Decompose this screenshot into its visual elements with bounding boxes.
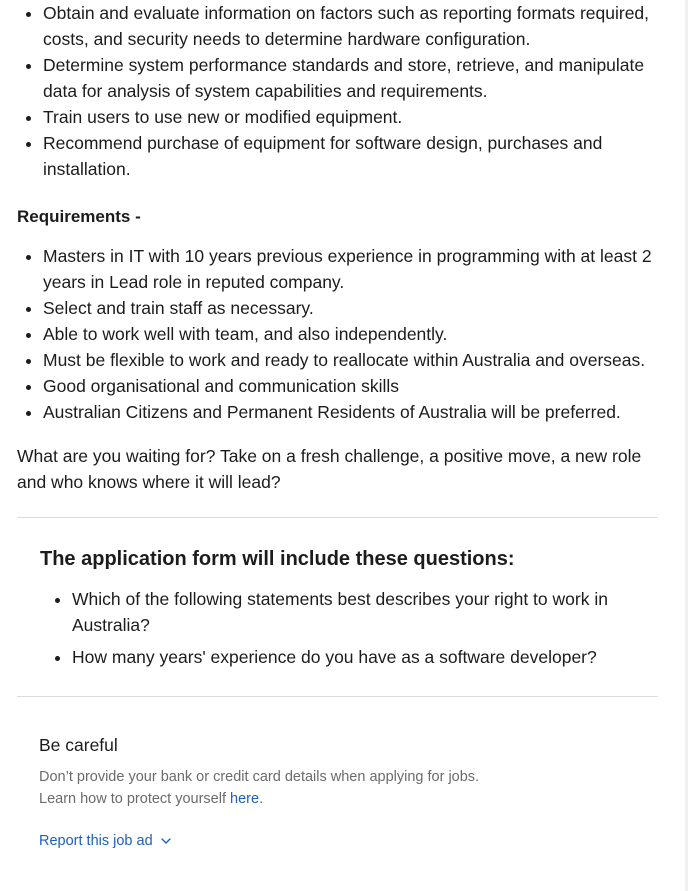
be-careful-section: Be careful Don’t provide your bank or cr…	[17, 697, 658, 852]
be-careful-text: Don’t provide your bank or credit card d…	[39, 766, 658, 810]
requirements-heading: Requirements -	[17, 207, 141, 226]
list-item: Determine system performance standards a…	[43, 52, 658, 104]
be-careful-line2-prefix: Learn how to protect yourself	[39, 791, 231, 807]
application-questions: The application form will include these …	[17, 518, 658, 670]
list-item: Australian Citizens and Permanent Reside…	[43, 399, 658, 425]
requirements-list: Masters in IT with 10 years previous exp…	[17, 243, 658, 425]
list-item: Train users to use new or modified equip…	[43, 104, 658, 130]
list-item: Good organisational and communication sk…	[43, 373, 658, 399]
list-item: Masters in IT with 10 years previous exp…	[43, 243, 658, 295]
job-description: Obtain and evaluate information on facto…	[0, 0, 688, 852]
chevron-down-icon	[160, 838, 171, 844]
be-careful-title: Be careful	[39, 735, 118, 755]
question-item: How many years' experience do you have a…	[72, 644, 658, 670]
be-careful-line2-suffix: .	[259, 791, 264, 807]
list-item: Select and train staff as necessary.	[43, 295, 658, 321]
question-item: Which of the following statements best d…	[72, 586, 658, 638]
be-careful-line1: Don’t provide your bank or credit card d…	[39, 769, 480, 785]
list-item: Obtain and evaluate information on facto…	[43, 0, 658, 52]
duties-list: Obtain and evaluate information on facto…	[17, 0, 658, 182]
questions-title: The application form will include these …	[40, 548, 515, 570]
list-item: Able to work well with team, and also in…	[43, 321, 658, 347]
list-item: Must be flexible to work and ready to re…	[43, 347, 658, 373]
closing-paragraph: What are you waiting for? Take on a fres…	[17, 446, 642, 492]
list-item: Recommend purchase of equipment for soft…	[43, 130, 658, 182]
protect-yourself-link[interactable]: here	[230, 791, 259, 807]
report-job-ad-button[interactable]: Report this job ad	[39, 830, 172, 852]
report-job-ad-label: Report this job ad	[39, 833, 153, 849]
questions-list: Which of the following statements best d…	[40, 586, 658, 670]
